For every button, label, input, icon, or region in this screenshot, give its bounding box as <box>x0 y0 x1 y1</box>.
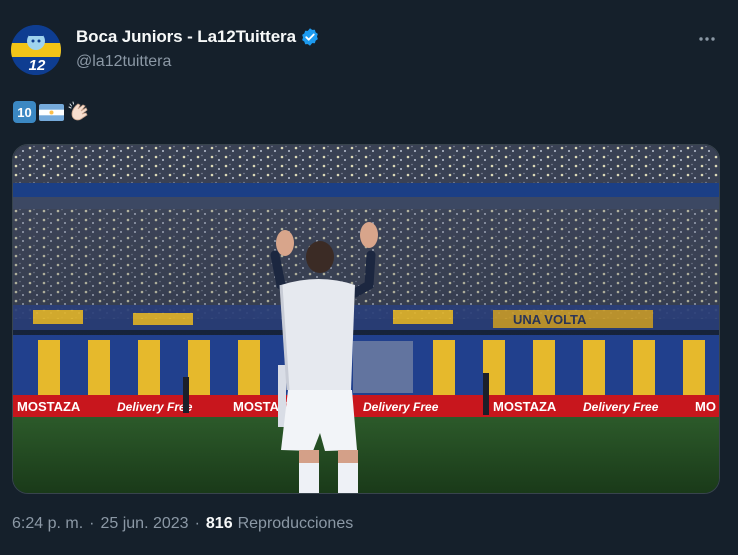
author-name-row[interactable]: Boca Juniors - La12Tuittera <box>76 27 320 47</box>
ad-board-text-1: MOSTAZA <box>17 399 81 414</box>
ad-board-text-2: Delivery Free <box>117 400 193 414</box>
tweet-meta: 6:24 p. m. · 25 jun. 2023 · 816 Reproduc… <box>12 515 353 533</box>
clapping-hands-emoji <box>68 101 88 121</box>
views-count[interactable]: 816 <box>206 515 233 533</box>
keycap-10-emoji: 10 <box>13 101 36 123</box>
ad-board-text-6: Delivery Free <box>583 400 659 414</box>
ad-board-text-4: Delivery Free <box>363 400 439 414</box>
tifo-text: UNA VOLTA <box>513 312 587 327</box>
ad-board-text-5: MOSTAZA <box>493 399 557 414</box>
ad-board-text-7: MO <box>695 399 716 414</box>
tweet-text: 10 <box>12 100 91 124</box>
meta-separator: · <box>89 515 95 532</box>
verified-badge-icon <box>302 28 318 46</box>
meta-separator-2: · <box>194 515 200 532</box>
avatar[interactable]: 12 <box>11 25 61 75</box>
avatar-number: 12 <box>29 57 46 74</box>
argentina-flag-emoji <box>39 104 64 121</box>
author-display-name[interactable]: Boca Juniors - La12Tuittera <box>76 27 296 47</box>
tweet-date[interactable]: 25 jun. 2023 <box>100 515 188 533</box>
tweet-media-photo[interactable]: UNA VOLTA MOSTAZA Delivery Free MOSTAZA … <box>12 144 720 494</box>
views-label[interactable]: Reproducciones <box>238 515 354 533</box>
author-handle[interactable]: @la12tuittera <box>76 53 171 71</box>
svg-text:10: 10 <box>17 105 31 120</box>
more-options-icon[interactable] <box>694 26 720 52</box>
tweet-time[interactable]: 6:24 p. m. <box>12 515 83 533</box>
